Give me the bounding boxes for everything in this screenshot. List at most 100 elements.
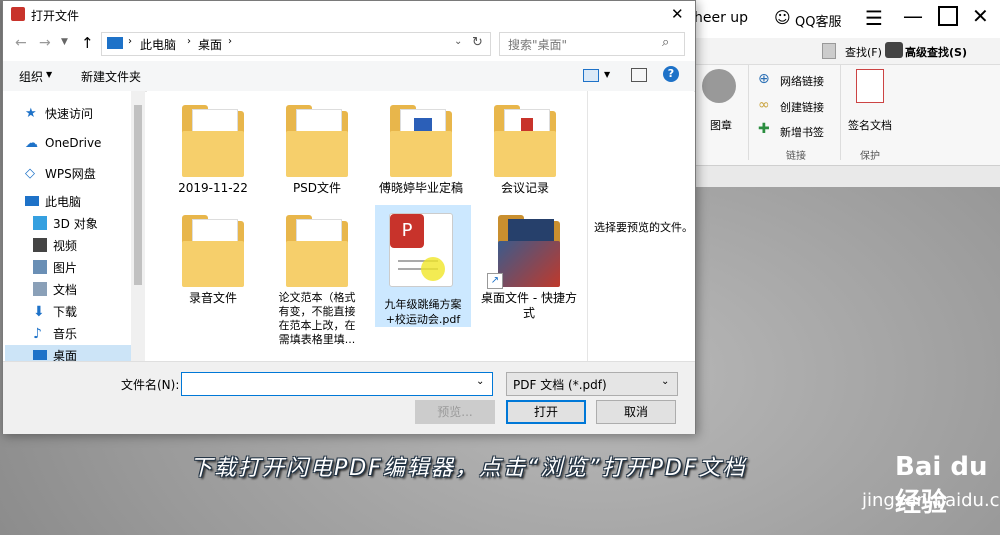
search-box[interactable]: 搜索"桌面" ⌕ bbox=[499, 32, 685, 56]
network-link-button[interactable]: 网络链接 bbox=[780, 73, 824, 89]
folder-icon bbox=[498, 215, 560, 287]
nav-this-pc[interactable]: 此电脑 bbox=[25, 191, 81, 211]
file-name: 九年级跳绳方案+校运动会.pdf bbox=[384, 298, 462, 326]
filename-dropdown-icon[interactable]: ⌄ bbox=[476, 376, 484, 387]
desktop-icon bbox=[33, 350, 47, 360]
advanced-find-button[interactable]: 高级查找(S) bbox=[905, 44, 967, 60]
nav-onedrive[interactable]: ☁ OneDrive bbox=[25, 133, 101, 153]
file-name: 2019-11-22 bbox=[178, 181, 248, 195]
video-icon bbox=[33, 238, 47, 252]
file-item-folder[interactable]: PSD文件 bbox=[267, 105, 367, 196]
search-icon[interactable]: ⌕ bbox=[662, 35, 669, 50]
preview-pane-icon[interactable] bbox=[631, 68, 647, 82]
video-caption: 下载打开闪电PDF编辑器，点击“浏览”打开PDF文档 bbox=[190, 456, 747, 481]
nav-label: 3D 对象 bbox=[53, 216, 98, 231]
globe-icon: ⊕ bbox=[758, 71, 770, 87]
folder-icon bbox=[182, 215, 244, 287]
navigation-pane: ★ 快速访问 ☁ OneDrive ◇ WPS网盘 此电脑 3D 对象 视频 图… bbox=[3, 91, 145, 361]
menu-icon[interactable]: ☰ bbox=[865, 6, 883, 30]
nav-videos[interactable]: 视频 bbox=[33, 235, 77, 255]
watermark-site: jingyan.baidu.com bbox=[862, 490, 1000, 511]
nav-label: 快速访问 bbox=[45, 106, 94, 121]
nav-label: 音乐 bbox=[53, 326, 78, 341]
star-icon: ★ bbox=[25, 106, 37, 121]
cancel-button[interactable]: 取消 bbox=[596, 400, 676, 424]
organize-dropdown-icon[interactable]: ▼ bbox=[46, 70, 52, 79]
breadcrumb-this-pc[interactable]: 此电脑 bbox=[140, 36, 176, 53]
preview-message: 选择要预览的文件。 bbox=[594, 221, 693, 234]
address-dropdown-icon[interactable]: ⌄ bbox=[454, 36, 462, 47]
file-item-folder[interactable]: 傅晓婷毕业定稿 bbox=[371, 105, 471, 196]
file-item-folder[interactable]: 论文范本（格式有变，不能直接在范本上改，在需填表格里填... bbox=[277, 215, 357, 347]
open-button[interactable]: 打开 bbox=[506, 400, 586, 424]
nav-scrollbar[interactable] bbox=[131, 91, 145, 361]
app-logo-icon bbox=[11, 7, 25, 21]
nav-label: 文档 bbox=[53, 282, 78, 297]
computer-icon bbox=[25, 196, 39, 206]
cloud-icon: ☁ bbox=[25, 136, 38, 151]
filename-label: 文件名(N): bbox=[121, 378, 180, 392]
view-mode-icon[interactable] bbox=[583, 69, 599, 82]
nav-scrollbar-thumb[interactable] bbox=[134, 105, 142, 285]
nav-label: 此电脑 bbox=[45, 194, 82, 209]
new-folder-button[interactable]: 新建文件夹 bbox=[81, 68, 141, 85]
filetype-select[interactable]: PDF 文档 (*.pdf) ⌄ bbox=[506, 372, 678, 396]
back-arrow-icon[interactable]: ← bbox=[15, 35, 27, 51]
folder-icon bbox=[286, 215, 348, 287]
binoculars-icon bbox=[885, 42, 903, 58]
breadcrumb-desktop[interactable]: 桌面 bbox=[198, 36, 222, 53]
address-bar[interactable]: › 此电脑 › 桌面 › ⌄ ↻ bbox=[101, 32, 491, 56]
file-item-folder[interactable]: 会议记录 bbox=[475, 105, 575, 196]
folder-icon bbox=[286, 105, 348, 177]
address-row: ← → ▼ ↑ › 此电脑 › 桌面 › ⌄ ↻ 搜索"桌面" ⌕ bbox=[3, 29, 695, 59]
qq-icon[interactable]: ☺ bbox=[774, 8, 791, 27]
bookmark-add-icon: ✚ bbox=[758, 121, 770, 137]
minimize-icon[interactable]: — bbox=[903, 4, 923, 28]
ribbon-group-protect: 保护 bbox=[860, 151, 880, 162]
ribbon-divider bbox=[840, 65, 841, 160]
filename-input[interactable]: ⌄ bbox=[181, 372, 493, 396]
new-bookmark-button[interactable]: 新增书签 bbox=[780, 124, 824, 140]
filetype-value: PDF 文档 (*.pdf) bbox=[513, 378, 607, 392]
nav-pictures[interactable]: 图片 bbox=[33, 257, 77, 277]
chain-icon: ∞ bbox=[758, 97, 770, 113]
nav-label: 下载 bbox=[53, 304, 78, 319]
maximize-icon[interactable] bbox=[938, 6, 958, 26]
dialog-close-button[interactable]: ✕ bbox=[671, 5, 684, 23]
close-icon[interactable]: ✕ bbox=[972, 4, 989, 28]
nav-downloads[interactable]: ⬇ 下载 bbox=[33, 301, 77, 321]
view-dropdown-icon[interactable]: ▼ bbox=[604, 70, 610, 79]
sign-document-button[interactable]: 签名文档 bbox=[848, 117, 892, 133]
nav-label: 图片 bbox=[53, 260, 78, 275]
search-input[interactable]: 搜索"桌面" bbox=[508, 36, 567, 53]
qq-service-link[interactable]: QQ客服 bbox=[795, 11, 841, 30]
preview-button[interactable]: 预览... bbox=[415, 400, 495, 424]
nav-wps-cloud[interactable]: ◇ WPS网盘 bbox=[25, 163, 96, 183]
recent-dropdown-icon[interactable]: ▼ bbox=[61, 37, 68, 47]
organize-menu[interactable]: 组织 bbox=[19, 68, 43, 85]
find-button[interactable]: 查找(F) bbox=[845, 44, 882, 60]
dialog-footer: 文件名(N): ⌄ PDF 文档 (*.pdf) ⌄ 预览... 打开 取消 bbox=[3, 361, 695, 434]
download-icon: ⬇ bbox=[33, 304, 45, 320]
nav-documents[interactable]: 文档 bbox=[33, 279, 77, 299]
filetype-dropdown-icon[interactable]: ⌄ bbox=[661, 376, 669, 387]
file-item-shortcut[interactable]: ↗ 桌面文件 - 快捷方式 bbox=[479, 215, 579, 321]
file-item-folder[interactable]: 2019-11-22 bbox=[163, 105, 263, 196]
up-arrow-icon[interactable]: ↑ bbox=[81, 34, 94, 52]
nav-desktop[interactable]: 桌面 bbox=[5, 345, 145, 361]
file-item-folder[interactable]: 录音文件 bbox=[163, 215, 263, 306]
file-item-pdf-selected[interactable]: P 九年级跳绳方案+校运动会.pdf bbox=[375, 205, 471, 327]
pdf-file-icon: P bbox=[389, 213, 453, 287]
nav-label: OneDrive bbox=[45, 136, 102, 150]
nav-3d-objects[interactable]: 3D 对象 bbox=[33, 213, 98, 233]
stamp-button[interactable]: 图章 bbox=[710, 117, 732, 133]
nav-quick-access[interactable]: ★ 快速访问 bbox=[25, 103, 93, 123]
refresh-icon[interactable]: ↻ bbox=[472, 35, 483, 50]
nav-music[interactable]: ♪ 音乐 bbox=[33, 323, 77, 343]
folder-icon bbox=[182, 105, 244, 177]
open-file-dialog: 打开文件 ✕ ← → ▼ ↑ › 此电脑 › 桌面 › ⌄ ↻ 搜索"桌面" ⌕… bbox=[2, 0, 696, 434]
forward-arrow-icon[interactable]: → bbox=[39, 35, 51, 51]
help-icon[interactable]: ? bbox=[663, 66, 679, 82]
create-link-button[interactable]: 创建链接 bbox=[780, 99, 824, 115]
breadcrumb-chevron-icon: › bbox=[187, 36, 191, 47]
